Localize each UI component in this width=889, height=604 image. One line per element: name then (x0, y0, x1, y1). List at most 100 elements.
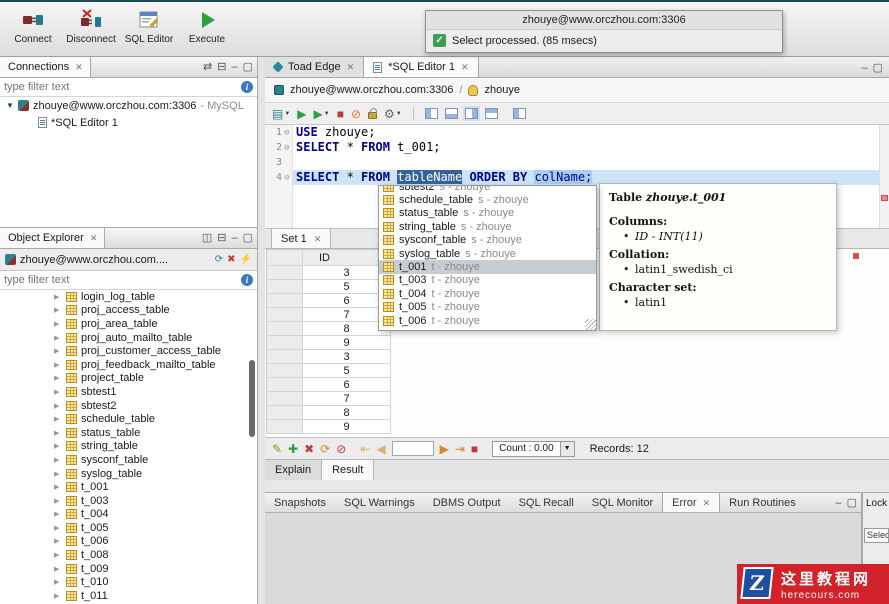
table-row[interactable]: ▶syslog_table (0, 467, 257, 481)
table-row[interactable]: ▶t_009 (0, 562, 257, 576)
chevron-down-icon[interactable]: ▼ (560, 442, 574, 456)
table-row[interactable]: 3 (267, 266, 391, 280)
code-line[interactable]: SELECT * FROM t_001; (293, 140, 879, 155)
expand-arrow-icon[interactable]: ▶ (54, 442, 62, 450)
table-row[interactable]: ▶schedule_table (0, 412, 257, 426)
connections-filter-input[interactable] (4, 81, 237, 93)
row-header-cell[interactable] (267, 322, 303, 336)
autocomplete-item[interactable]: syslog_tables - zhouye (379, 247, 596, 260)
tab-set-1[interactable]: Set 1 ✕ (271, 229, 331, 248)
vertical-scrollbar-thumb[interactable] (249, 360, 255, 437)
sql-editor-button[interactable]: SQL Editor (120, 5, 178, 48)
tab-error[interactable]: Error✕ (662, 493, 720, 512)
page-number-input[interactable] (392, 441, 434, 456)
id-cell[interactable]: 7 (303, 392, 391, 406)
expand-arrow-icon[interactable]: ▶ (54, 429, 62, 437)
table-row[interactable]: ▶sbtest2 (0, 399, 257, 413)
delete-row-icon[interactable]: ✖ (304, 443, 314, 455)
table-row[interactable]: 6 (267, 294, 391, 308)
autocomplete-item[interactable]: schedule_tables - zhouye (379, 193, 596, 206)
edit-pencil-icon[interactable]: ✎ (272, 443, 282, 455)
link-editor-icon[interactable]: ⇄ (203, 61, 212, 73)
row-header-cell[interactable] (267, 420, 303, 434)
maximize-icon[interactable]: ▢ (243, 232, 253, 244)
row-header-cell[interactable] (267, 294, 303, 308)
table-row[interactable]: 7 (267, 308, 391, 322)
tab-run-routines[interactable]: Run Routines (720, 493, 805, 512)
expand-arrow-icon[interactable]: ▶ (54, 320, 62, 328)
tab-explain[interactable]: Explain (265, 460, 322, 480)
autocomplete-item[interactable]: t_003t - zhouye (379, 274, 596, 287)
id-cell[interactable]: 9 (303, 420, 391, 434)
tab-result[interactable]: Result (322, 460, 374, 480)
table-row[interactable]: ▶proj_auto_mailto_table (0, 331, 257, 345)
expand-arrow-icon[interactable]: ▶ (54, 456, 62, 464)
code-line[interactable]: USE zhouye; (293, 125, 879, 140)
row-header-cell[interactable] (267, 378, 303, 392)
close-icon[interactable]: ✕ (75, 61, 83, 73)
table-row[interactable]: 5 (267, 364, 391, 378)
close-icon[interactable]: ✕ (461, 61, 469, 73)
expand-arrow-icon[interactable]: ▶ (54, 551, 62, 559)
table-row[interactable]: ▶sysconf_table (0, 453, 257, 467)
resize-grip[interactable] (585, 319, 596, 330)
autocomplete-item[interactable]: sbtest2s - zhouye (379, 185, 596, 193)
maximize-icon[interactable]: ▢ (873, 62, 883, 74)
settings-gear-icon[interactable]: ⚙▼ (384, 108, 402, 120)
close-icon[interactable]: ✕ (347, 61, 355, 73)
row-header-cell[interactable] (267, 406, 303, 420)
autocomplete-item[interactable]: t_006t - zhouye (379, 314, 596, 327)
autocomplete-item[interactable]: status_tables - zhouye (379, 207, 596, 220)
stop-loading-icon[interactable]: ■ (471, 443, 478, 455)
table-row[interactable]: 9 (267, 336, 391, 350)
collapse-all-icon[interactable]: ⊟ (217, 61, 226, 73)
connection-node[interactable]: ▼ zhouye@www.orczhou.com:3306 - MySQL (0, 97, 257, 114)
sql-editor-node[interactable]: *SQL Editor 1 (0, 114, 257, 131)
autocomplete-item[interactable]: sysconf_tables - zhouye (379, 234, 596, 247)
id-cell[interactable]: 5 (303, 364, 391, 378)
last-page-icon[interactable]: ⇥ (455, 443, 465, 455)
expand-arrow-icon[interactable]: ▶ (54, 524, 62, 532)
table-row[interactable]: 9 (267, 420, 391, 434)
row-header-cell[interactable] (267, 364, 303, 378)
expand-arrow-icon[interactable]: ▶ (54, 470, 62, 478)
disconnect-icon[interactable]: ✖ (227, 254, 235, 266)
lock-panel-title[interactable]: Lock (863, 493, 889, 509)
fold-marker-icon[interactable]: ⊖ (282, 143, 292, 153)
minimize-icon[interactable]: – (231, 232, 237, 244)
minimize-icon[interactable]: – (835, 497, 841, 509)
table-row[interactable]: ▶status_table (0, 426, 257, 440)
expand-arrow-icon[interactable]: ▶ (54, 483, 62, 491)
table-row[interactable]: ▶proj_customer_access_table (0, 344, 257, 358)
table-row[interactable]: ▶sbtest1 (0, 385, 257, 399)
tab-connections[interactable]: Connections ✕ (0, 57, 91, 77)
rollback-icon[interactable]: ⊘ (351, 108, 361, 120)
maximize-icon[interactable]: ▢ (847, 497, 857, 509)
table-row[interactable]: ▶proj_area_table (0, 317, 257, 331)
execute-statement-icon[interactable]: ▶ (297, 108, 306, 120)
expand-arrow-icon[interactable]: ▶ (54, 497, 62, 505)
close-icon[interactable]: ✕ (703, 497, 711, 512)
table-row[interactable]: ▶project_table (0, 372, 257, 386)
connect-button[interactable]: Connect (4, 5, 62, 48)
expand-arrow-icon[interactable]: ▶ (54, 388, 62, 396)
refresh-icon[interactable]: ⟳ (215, 254, 223, 266)
fold-marker-icon[interactable]: ⊖ (282, 173, 292, 183)
expand-arrow-icon[interactable]: ▶ (54, 592, 62, 600)
expand-arrow-icon[interactable]: ▶ (54, 293, 62, 301)
expand-arrow-icon[interactable]: ▶ (54, 334, 62, 342)
table-row[interactable]: ▶t_008 (0, 548, 257, 562)
tab-object-explorer[interactable]: Object Explorer ✕ (0, 228, 105, 248)
cancel-icon[interactable]: ⊘ (336, 443, 346, 455)
breadcrumb-schema[interactable]: zhouye (484, 84, 519, 96)
count-selector[interactable]: Count : 0.00 ▼ (492, 441, 574, 457)
table-row[interactable]: 7 (267, 392, 391, 406)
table-row[interactable]: ▶t_005 (0, 521, 257, 535)
add-row-icon[interactable]: ✚ (288, 443, 298, 455)
id-cell[interactable]: 9 (303, 336, 391, 350)
object-explorer-filter-input[interactable] (4, 274, 237, 286)
first-page-icon[interactable]: ⇤ (360, 443, 370, 455)
table-row[interactable]: 8 (267, 322, 391, 336)
autocomplete-item[interactable]: t_001t - zhouye (379, 260, 596, 273)
expand-arrow-icon[interactable]: ▼ (6, 101, 14, 110)
